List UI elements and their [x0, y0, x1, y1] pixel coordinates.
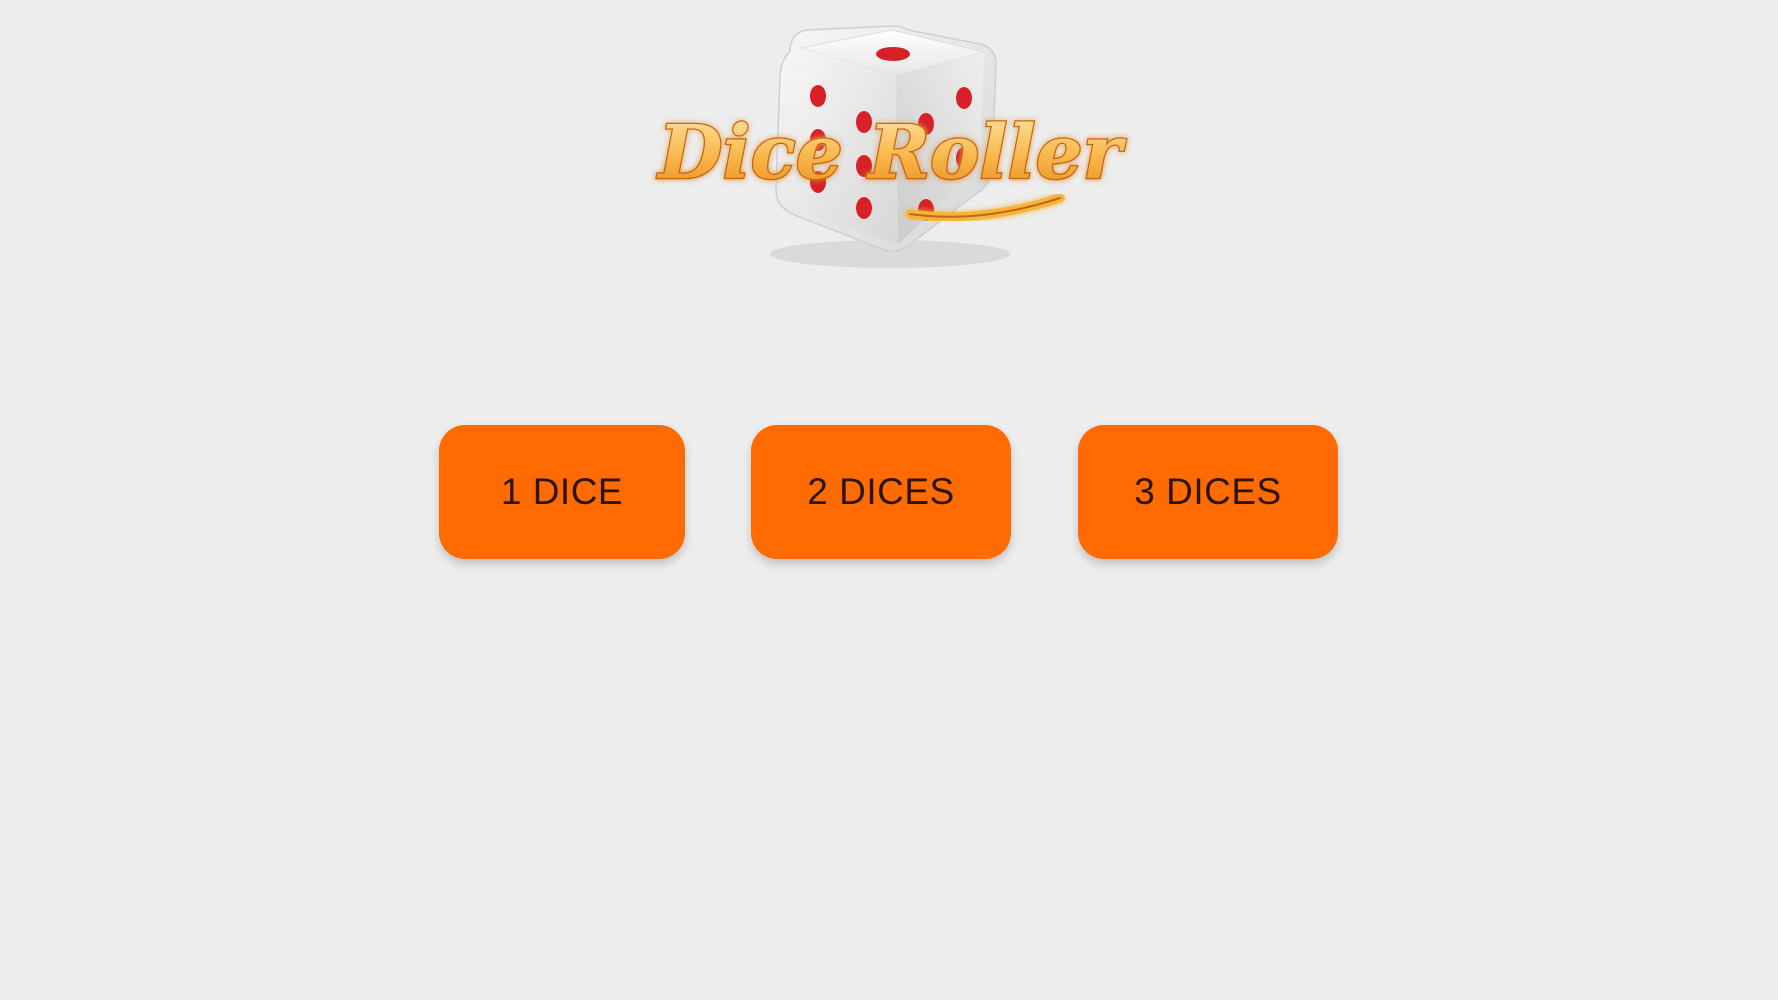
one-dice-button[interactable]: 1 DICE — [439, 425, 685, 559]
app-logo: Dice Roller — [640, 18, 1140, 274]
two-dices-button[interactable]: 2 DICES — [751, 425, 1011, 559]
die-icon: Dice Roller — [655, 25, 1128, 268]
dice-count-selector: 1 DICE 2 DICES 3 DICES — [0, 425, 1778, 559]
three-dices-button[interactable]: 3 DICES — [1078, 425, 1338, 559]
logo-text: Dice Roller — [656, 110, 1126, 196]
